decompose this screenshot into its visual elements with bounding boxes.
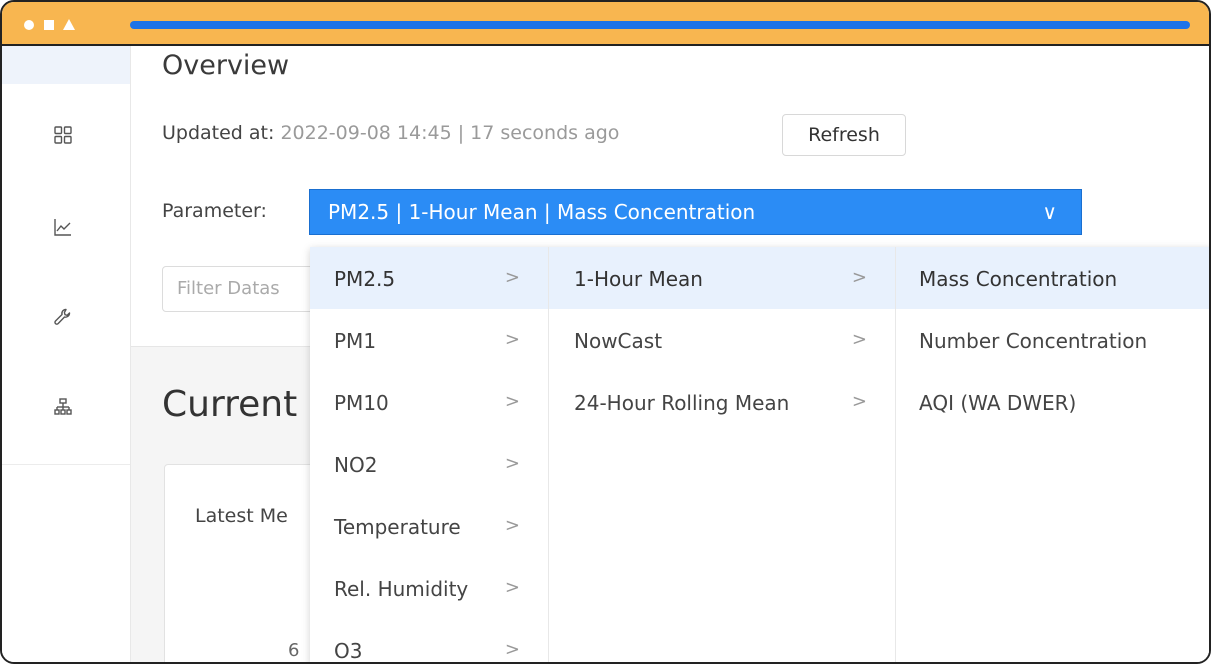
current-heading: Current — [162, 384, 298, 425]
app-window: Overview Updated at: 2022-09-08 14:45 | … — [0, 0, 1211, 664]
sidebar — [2, 46, 131, 662]
chevron-right-icon: > — [851, 267, 867, 288]
unit-option[interactable]: Mass Concentration — [896, 247, 1209, 309]
chevron-right-icon: > — [504, 453, 520, 474]
latest-measurement-label: Latest Me — [195, 505, 288, 527]
cascader-column-parameter: PM2.5 > PM1 > PM10 > NO2 > Temperature > Rel. Humi… — [310, 247, 549, 663]
parameter-option-label: O3 — [334, 639, 363, 663]
chevron-right-icon: > — [504, 639, 520, 660]
chevron-down-icon: ∨ — [1042, 200, 1057, 224]
chevron-right-icon: > — [504, 577, 520, 598]
parameter-label: Parameter: — [162, 200, 267, 222]
chevron-right-icon: > — [851, 329, 867, 350]
updated-at-text: Updated at: 2022-09-08 14:45 | 17 second… — [162, 122, 619, 144]
unit-option[interactable]: AQI (WA DWER) — [896, 371, 1209, 433]
aggregation-option[interactable]: NowCast > — [549, 309, 895, 371]
unit-option-label: Number Concentration — [919, 329, 1148, 353]
parameter-option-label: PM2.5 — [334, 267, 396, 291]
line-chart-icon[interactable] — [54, 218, 72, 236]
axis-number: 6 — [288, 640, 300, 661]
circle-icon — [24, 20, 34, 30]
parameter-option[interactable]: O3 > — [310, 619, 548, 663]
parameter-option[interactable]: NO2 > — [310, 433, 548, 495]
sidebar-item-overview[interactable] — [2, 46, 130, 84]
address-bar — [130, 21, 1190, 29]
aggregation-option[interactable]: 1-Hour Mean > — [549, 247, 895, 309]
chevron-right-icon: > — [504, 515, 520, 536]
square-icon — [44, 20, 54, 30]
chevron-right-icon: > — [504, 329, 520, 350]
aggregation-option-label: NowCast — [574, 329, 663, 353]
triangle-icon — [63, 19, 75, 30]
title-bar — [2, 2, 1209, 46]
chevron-right-icon: > — [851, 391, 867, 412]
cascader-column-unit: Mass Concentration Number Concentration AQ… — [896, 247, 1209, 662]
page-title: Overview — [162, 50, 290, 81]
parameter-select[interactable]: PM2.5 | 1-Hour Mean | Mass Concentration… — [309, 189, 1082, 235]
parameter-option-label: PM10 — [334, 391, 389, 415]
unit-option[interactable]: Number Concentration — [896, 309, 1209, 371]
unit-option-label: AQI (WA DWER) — [919, 391, 1077, 415]
parameter-option[interactable]: PM1 > — [310, 309, 548, 371]
chevron-right-icon: > — [504, 391, 520, 412]
grid-icon[interactable] — [54, 126, 72, 144]
updated-timestamp: 2022-09-08 14:45 | 17 seconds ago — [280, 122, 620, 144]
chevron-right-icon: > — [504, 267, 520, 288]
aggregation-option[interactable]: 24-Hour Rolling Mean > — [549, 371, 895, 433]
unit-option-label: Mass Concentration — [919, 267, 1118, 291]
parameter-option[interactable]: Rel. Humidity > — [310, 557, 548, 619]
parameter-option-label: Rel. Humidity — [334, 577, 469, 601]
aggregation-option-label: 1-Hour Mean — [574, 267, 703, 291]
parameter-option[interactable]: Temperature > — [310, 495, 548, 557]
cascader-column-aggregation: 1-Hour Mean > NowCast >24-Hour Rolling Mean… — [549, 247, 896, 662]
parameter-option-label: NO2 — [334, 453, 378, 477]
parameter-option-label: PM1 — [334, 329, 377, 353]
parameter-select-value: PM2.5 | 1-Hour Mean | Mass Concentration — [328, 200, 756, 224]
aggregation-option-label: 24-Hour Rolling Mean — [574, 391, 790, 415]
parameter-cascader-menu: PM2.5 > PM1 > PM10 > NO2 > Temperature > Rel. Humi… — [310, 247, 1209, 663]
sidebar-divider — [2, 464, 130, 465]
parameter-option[interactable]: PM2.5 > — [310, 247, 548, 309]
refresh-button[interactable]: Refresh — [782, 114, 906, 156]
updated-label: Updated at: — [162, 122, 275, 144]
wrench-icon[interactable] — [54, 308, 72, 326]
hierarchy-icon[interactable] — [54, 398, 72, 416]
parameter-option-label: Temperature — [334, 515, 461, 539]
parameter-option[interactable]: PM10 > — [310, 371, 548, 433]
